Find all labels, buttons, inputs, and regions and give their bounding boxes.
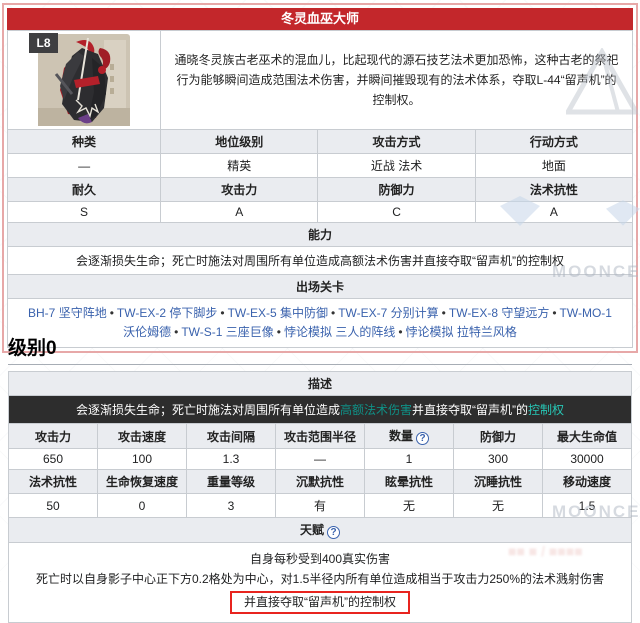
desc-highlight-control: 控制权 [528,403,565,417]
stage-link-twex5[interactable]: TW-EX-5 集中防御 [228,306,328,320]
level0-stats-section: 描述 会逐渐损失生命；死亡时施法对周围所有单位造成高额法术伤害并直接夺取“留声机… [8,371,632,623]
attr-value-defense: C [317,201,476,223]
enemy-infobox: 冬灵血巫大师 L8 通晓冬灵族古老巫术的混血儿，比起现代的源石技艺法术更加恐怖，… [2,3,638,353]
help-icon[interactable]: ? [327,526,340,539]
stat-header-defense: 防御力 [453,423,543,449]
stat-header-count: 数量? [364,423,454,449]
stages-header: 出场关卡 [7,274,633,299]
stat-header-silence-res: 沉默抗性 [275,469,365,494]
stat-value-count: 1 [364,448,454,470]
enemy-attributes-table: L8 通晓冬灵族古老巫术的混血儿，比起现代的源石技艺法术更加恐怖，这种古老的祭祀… [6,30,634,348]
attr-header-attack-type: 攻击方式 [317,129,476,154]
attr-header-endurance: 耐久 [6,177,162,202]
attr-header-attack: 攻击力 [160,177,319,202]
talent-line-1: 自身每秒受到400真实伤害 [249,552,391,566]
enemy-portrait[interactable]: L8 [29,33,131,126]
stat-value-attack-interval: 1.3 [186,448,276,470]
stat-value-move-speed: 1.5 [542,493,632,518]
talent-text: 自身每秒受到400真实伤害 死亡时以自身影子中心正下方0.2格处为中心，对1.5… [8,542,632,623]
level-badge: L8 [29,33,59,53]
talent-header-label: 天赋 [299,523,324,537]
stat-header-attack-radius: 攻击范围半径 [275,423,365,449]
ability-text: 会逐渐损失生命；死亡时施法对周围所有单位造成高额法术伤害并直接夺取“留声机”的控… [7,246,633,275]
stat-header-hp-regen: 生命恢复速度 [97,469,187,494]
stage-link-bh7[interactable]: BH-7 坚守阵地 [28,306,107,320]
attr-value-type: — [6,153,162,178]
attr-value-attack-type: 近战 法术 [317,153,476,178]
stat-value-arts-res: 50 [8,493,98,518]
stat-value-weight: 3 [186,493,276,518]
stat-header-weight: 重量等级 [186,469,276,494]
attr-value-attack: A [160,201,319,223]
stage-separator: • [441,306,446,320]
stat-value-stun-res: 无 [364,493,454,518]
stage-link-twex8[interactable]: TW-EX-8 守望远方 [449,306,549,320]
desc-header: 描述 [8,371,632,396]
attr-header-res: 法术抗性 [474,177,634,202]
ability-header: 能力 [7,222,633,247]
stat-header-attack-interval: 攻击间隔 [186,423,276,449]
stat-header-max-hp: 最大生命值 [542,423,632,449]
stat-value-attack: 650 [8,448,98,470]
stat-header-arts-res: 法术抗性 [8,469,98,494]
help-icon[interactable]: ? [416,432,429,445]
enemy-description: 通晓冬灵族古老巫术的混血儿，比起现代的源石技艺法术更加恐怖，这种古老的祭祀行为能… [160,30,633,130]
attr-header-movement: 行动方式 [474,129,634,154]
level0-stats-table: 描述 会逐渐损失生命；死亡时施法对周围所有单位造成高额法术伤害并直接夺取“留声机… [8,371,632,623]
talent-line-2: 死亡时以自身影子中心正下方0.2格处为中心，对1.5半径内所有单位造成相当于攻击… [35,572,605,586]
stat-value-silence-res: 有 [275,493,365,518]
desc-mid: 并直接夺取“留声机”的 [412,403,528,417]
stat-value-attack-speed: 100 [97,448,187,470]
stage-separator: • [109,306,114,320]
wiki-page: { "infobox": { "title": "冬灵血巫大师", "level… [0,0,640,623]
stat-header-sleep-res: 沉睡抗性 [453,469,543,494]
stat-value-defense: 300 [453,448,543,470]
attr-value-movement: 地面 [474,153,634,178]
stat-header-attack: 攻击力 [8,423,98,449]
stat-value-hp-regen: 0 [97,493,187,518]
attr-value-res: A [474,201,634,223]
page-title: 冬灵血巫大师 [7,8,633,30]
portrait-cell: L8 [6,30,162,130]
stage-separator: • [331,306,336,320]
attr-header-type: 种类 [6,129,162,154]
stat-header-move-speed: 移动速度 [542,469,632,494]
desc-pre: 会逐渐损失生命；死亡时施法对周围所有单位造成 [75,403,340,417]
stat-header-stun-res: 眩晕抗性 [364,469,454,494]
stat-value-max-hp: 30000 [542,448,632,470]
desc-text: 会逐渐损失生命；死亡时施法对周围所有单位造成高额法术伤害并直接夺取“留声机”的控… [8,395,632,424]
talent-header: 天赋? [8,517,632,543]
attr-value-endurance: S [6,201,162,223]
stage-link-twex2[interactable]: TW-EX-2 停下脚步 [117,306,217,320]
stage-separator: • [220,306,225,320]
stat-header-attack-speed: 攻击速度 [97,423,187,449]
stage-separator: • [552,306,557,320]
stat-header-count-label: 数量 [388,429,413,443]
talent-line-3-annotation-box: 并直接夺取“留声机”的控制权 [230,591,410,614]
attr-header-defense: 防御力 [317,177,476,202]
attr-value-rank: 精英 [160,153,319,178]
stat-value-attack-radius: — [275,448,365,470]
stage-link-twex7[interactable]: TW-EX-7 分别计算 [338,306,438,320]
section-heading-level0: 级别0 [8,333,632,365]
attr-header-rank: 地位级别 [160,129,319,154]
stat-value-sleep-res: 无 [453,493,543,518]
desc-highlight-arts-damage: 高额法术伤害 [339,403,412,417]
